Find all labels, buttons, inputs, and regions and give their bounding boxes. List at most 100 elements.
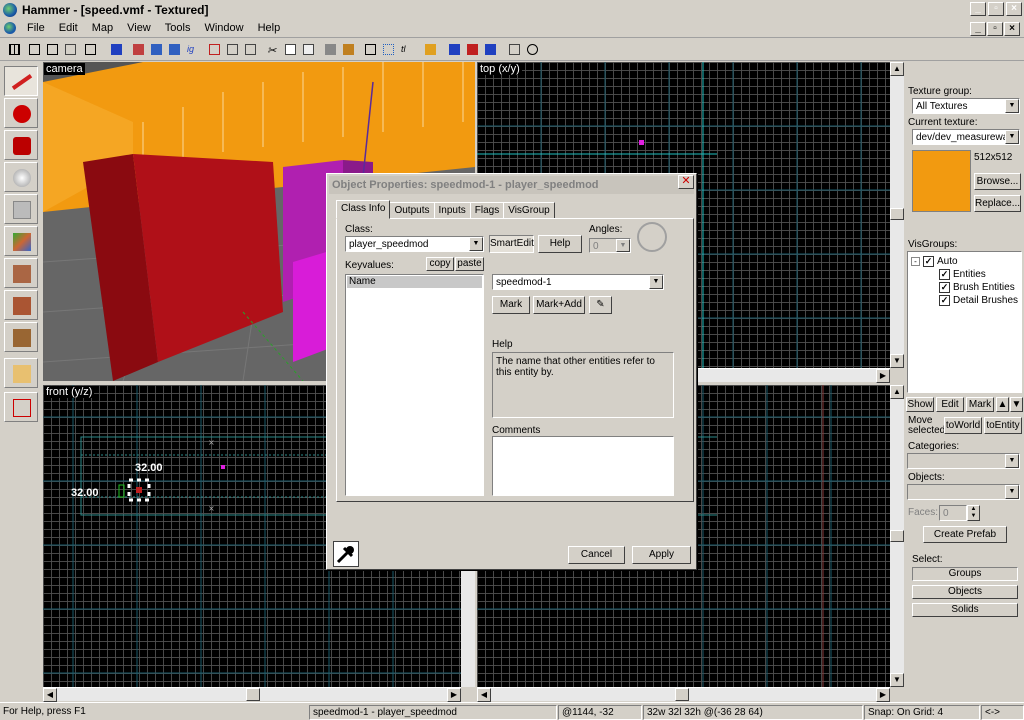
grid-options-icon[interactable] [82, 41, 99, 58]
magnify-tool-icon[interactable] [4, 98, 38, 128]
visgroup-entities[interactable]: ✓ Entities [939, 269, 986, 280]
ungroup-icon[interactable] [166, 41, 183, 58]
apply-texture-icon[interactable] [4, 258, 38, 288]
copy-icon[interactable] [282, 41, 299, 58]
move-up-icon[interactable]: ▲ [996, 397, 1009, 412]
to-entity-button[interactable]: toEntity [984, 417, 1022, 434]
replace-button[interactable]: Replace... [974, 195, 1021, 212]
chevron-down-icon[interactable]: ▼ [1005, 99, 1019, 113]
grid-larger-icon[interactable] [44, 41, 61, 58]
checkbox-checked-icon[interactable]: ✓ [939, 295, 950, 306]
smartedit-toggle[interactable]: SmartEdit [489, 235, 534, 253]
texture-group-select[interactable]: All Textures ▼ [912, 98, 1020, 114]
keyvalue-row-name[interactable]: Name [347, 276, 482, 288]
select-objects-button[interactable]: Objects [912, 585, 1018, 599]
objects-select[interactable]: ▼ [907, 484, 1020, 500]
texture-tool-icon[interactable] [4, 226, 38, 256]
tab-inputs[interactable]: Inputs [433, 202, 471, 219]
move-down-icon[interactable]: ▼ [1010, 397, 1023, 412]
visgroup-mark-button[interactable]: Mark [966, 397, 994, 412]
select-by-handles-icon[interactable] [380, 41, 397, 58]
to-world-button[interactable]: toWorld [944, 417, 982, 434]
menu-edit[interactable]: Edit [52, 22, 85, 34]
angles-select[interactable]: 0 ▼ [589, 238, 631, 253]
angle-dial-icon[interactable] [637, 222, 667, 252]
scroll-up-icon[interactable]: ▲ [890, 385, 904, 399]
menu-map[interactable]: Map [85, 22, 120, 34]
scroll-left-icon[interactable]: ◀ [43, 688, 57, 702]
vertex-tool-icon[interactable] [4, 392, 38, 422]
menu-help[interactable]: Help [251, 22, 288, 34]
clipping-tool-icon[interactable] [4, 358, 38, 388]
tab-flags[interactable]: Flags [469, 202, 505, 219]
run-map-icon[interactable] [446, 41, 463, 58]
scroll-up-icon[interactable]: ▲ [890, 62, 904, 76]
scroll-right-icon[interactable]: ▶ [447, 688, 461, 702]
apply-button[interactable]: Apply [632, 546, 691, 564]
scroll-right-icon[interactable]: ▶ [876, 688, 890, 702]
group-icon[interactable] [148, 41, 165, 58]
checkbox-checked-icon[interactable]: ✓ [939, 282, 950, 293]
scroll-thumb[interactable] [675, 688, 689, 701]
create-prefab-button[interactable]: Create Prefab [923, 526, 1007, 543]
paste-button[interactable]: paste [455, 257, 484, 271]
scroll-thumb[interactable] [246, 688, 260, 701]
mdi-minimize-icon[interactable]: _ [970, 22, 986, 36]
picker-tool-icon[interactable] [333, 541, 359, 567]
selection-box-icon[interactable] [362, 41, 379, 58]
select-solids-button[interactable]: Solids [912, 603, 1018, 617]
show-cordon-icon[interactable] [340, 41, 357, 58]
texture-preview[interactable] [912, 150, 971, 212]
tab-class-info[interactable]: Class Info [336, 200, 391, 219]
dialog-close-icon[interactable]: ✕ [678, 175, 694, 189]
scroll-right-icon[interactable]: ▶ [876, 369, 890, 383]
grid-3d-icon[interactable] [62, 41, 79, 58]
hide-icon[interactable] [108, 41, 125, 58]
scroll-down-icon[interactable]: ▼ [890, 673, 904, 687]
collapse-icon[interactable]: - [911, 257, 920, 266]
browse-button[interactable]: Browse... [974, 173, 1021, 190]
scroll-left-icon[interactable]: ◀ [477, 688, 491, 702]
front-viewport-hscroll[interactable]: ◀ ▶ [43, 687, 461, 702]
block-tool-icon[interactable] [4, 194, 38, 224]
carve-icon[interactable] [130, 41, 147, 58]
entity-report-icon[interactable] [482, 41, 499, 58]
checkbox-checked-icon[interactable]: ✓ [939, 269, 950, 280]
comments-textarea[interactable] [492, 436, 674, 496]
visgroup-brush-entities[interactable]: ✓ Brush Entities [939, 282, 1015, 293]
ignore-groups-icon[interactable]: ig [184, 41, 201, 58]
menu-file[interactable]: File [20, 22, 52, 34]
entity-tool-icon[interactable] [4, 162, 38, 192]
tab-outputs[interactable]: Outputs [389, 202, 435, 219]
grid-toggle-icon[interactable] [6, 41, 23, 58]
mdi-close-icon[interactable]: × [1004, 22, 1020, 36]
chevron-down-icon[interactable]: ▼ [1005, 454, 1019, 468]
vertex-manipulation-icon[interactable] [422, 41, 439, 58]
side-viewport-vscroll[interactable]: ▲ ▼ [890, 385, 904, 687]
faces-spinner-icon[interactable]: ▲ ▼ [967, 505, 980, 521]
hide-items-icon[interactable] [322, 41, 339, 58]
grid-smaller-icon[interactable] [26, 41, 43, 58]
texture-lock-icon[interactable] [242, 41, 259, 58]
minimize-icon[interactable]: _ [970, 2, 986, 16]
chevron-down-icon[interactable]: ▼ [1005, 485, 1019, 499]
move-to-world-icon[interactable] [224, 41, 241, 58]
chevron-down-icon[interactable]: ▼ [616, 239, 630, 252]
top-viewport-vscroll[interactable]: ▲ ▼ [890, 62, 904, 368]
cancel-button[interactable]: Cancel [568, 546, 625, 564]
maximize-icon[interactable]: ▫ [988, 2, 1004, 16]
visgroup-detail-brushes[interactable]: ✓ Detail Brushes [939, 295, 1018, 306]
texture-application-icon[interactable]: tl [398, 41, 415, 58]
checkbox-checked-icon[interactable]: ✓ [923, 256, 934, 267]
categories-select[interactable]: ▼ [907, 453, 1020, 469]
document-icon[interactable] [4, 22, 16, 34]
selection-tool-icon[interactable] [4, 66, 38, 96]
overlay-tool-icon[interactable] [4, 322, 38, 352]
scroll-thumb[interactable] [890, 208, 904, 220]
tie-to-entity-icon[interactable] [206, 41, 223, 58]
cut-icon[interactable]: ✂ [264, 41, 281, 58]
keyvalue-value-select[interactable]: speedmod-1 ▼ [492, 274, 664, 290]
close-icon[interactable]: × [1006, 2, 1022, 16]
camera-tool-icon[interactable] [4, 130, 38, 160]
scroll-thumb[interactable] [890, 530, 904, 542]
